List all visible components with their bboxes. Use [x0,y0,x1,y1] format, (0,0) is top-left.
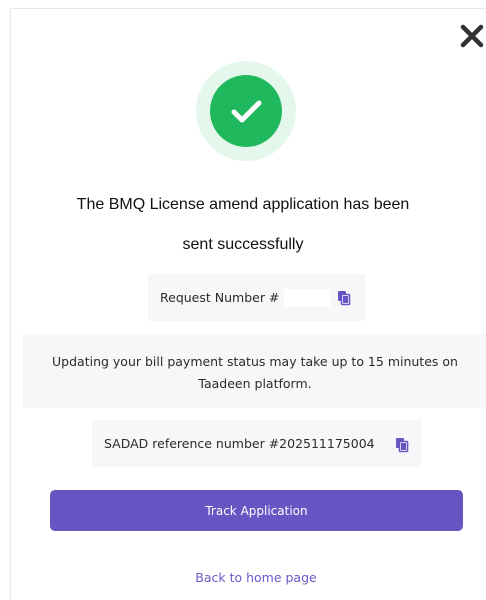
track-application-button[interactable]: Track Application [50,490,463,531]
back-to-home-link[interactable]: Back to home page [0,570,486,585]
notice-line-1: Updating your bill payment status may ta… [52,354,458,369]
request-number-label: Request Number # [160,290,280,305]
request-number-value [284,289,330,307]
success-title-line-1: The BMQ License amend application has be… [76,196,410,213]
sadad-reference-panel: SADAD reference number #202511175004 [92,420,422,467]
request-number-panel: Request Number # [148,274,365,321]
copy-icon[interactable] [394,437,410,453]
success-title-line-2: sent successfully [182,236,304,253]
checkmark-icon [210,75,282,147]
notice-line-2: Taadeen platform. [198,376,312,391]
close-icon[interactable] [458,22,486,50]
sadad-reference-number: SADAD reference number #202511175004 [104,436,375,451]
copy-icon[interactable] [336,290,352,306]
success-badge [196,61,296,161]
payment-status-notice: Updating your bill payment status may ta… [23,334,486,408]
